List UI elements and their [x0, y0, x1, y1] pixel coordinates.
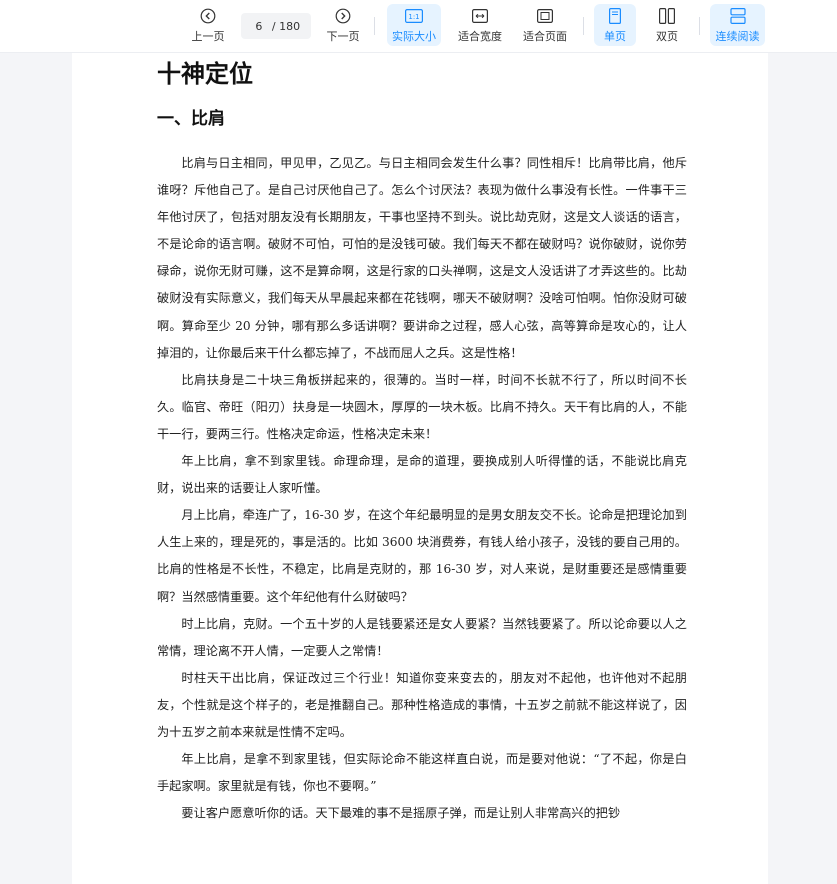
- document-page: 十神定位 一、比肩 比肩与日主相同，甲见甲，乙见乙。与日主相同会发生什么事？同性…: [72, 52, 768, 884]
- page-title: 十神定位: [157, 60, 253, 88]
- fit-page-button[interactable]: 适合页面: [518, 4, 572, 46]
- toolbar-divider: [583, 17, 584, 35]
- continuous-reading-label: 连续阅读: [715, 30, 760, 43]
- fit-page-label: 适合页面: [523, 30, 567, 43]
- toolbar-divider: [374, 17, 375, 35]
- paragraph: 要让客户愿意听你的话。天下最难的事不是摇原子弹，而是让别人非常高兴的把钞: [181, 806, 621, 821]
- actual-size-icon: 1:1: [405, 6, 423, 26]
- fit-width-label: 适合宽度: [458, 30, 502, 43]
- fit-width-icon: [472, 6, 488, 26]
- fit-width-button[interactable]: 适合宽度: [454, 4, 506, 46]
- actual-size-label: 实际大小: [392, 30, 436, 43]
- paragraph: 月上比肩，牵连广了，16-30 岁，在这个年纪最明显的是男女朋友交不长。论命是把…: [157, 508, 687, 604]
- section-heading: 一、比肩: [157, 109, 225, 129]
- document-body: 比肩与日主相同，甲见甲，乙见乙。与日主相同会发生什么事？同性相斥！比肩带比肩，他…: [157, 150, 687, 827]
- current-page-value[interactable]: 6: [252, 20, 266, 33]
- single-page-label: 单页: [604, 30, 626, 43]
- toolbar-divider: [699, 17, 700, 35]
- double-page-button[interactable]: 双页: [646, 4, 688, 46]
- single-page-icon: [609, 6, 621, 26]
- paragraph: 年上比肩，是拿不到家里钱，但实际论命不能这样直白说，而是要对他说：“了不起，你是…: [157, 752, 687, 794]
- fit-page-icon: [537, 6, 553, 26]
- prev-page-button[interactable]: 上一页: [188, 4, 228, 46]
- chevron-right-circle-icon: [335, 6, 351, 26]
- actual-size-icon-text: 1:1: [408, 13, 419, 21]
- paragraph: 年上比肩，拿不到家里钱。命理命理，是命的道理，要换成别人听得懂的话，不能说比肩克…: [157, 454, 687, 496]
- total-pages: / 180: [271, 19, 301, 33]
- continuous-scroll-icon: [729, 6, 746, 26]
- page-number-field[interactable]: 6 / 180: [241, 13, 311, 39]
- chevron-left-circle-icon: [200, 6, 216, 26]
- next-page-label: 下一页: [326, 30, 360, 43]
- paragraph: 比肩与日主相同，甲见甲，乙见乙。与日主相同会发生什么事？同性相斥！比肩带比肩，他…: [157, 156, 687, 360]
- prev-page-label: 上一页: [191, 30, 225, 43]
- actual-size-button[interactable]: 1:1 实际大小: [387, 4, 441, 46]
- reader-toolbar: 上一页 6 / 180 下一页 1:1 实际大小 适合宽度 适合页面 单页 双页…: [0, 0, 837, 53]
- double-page-label: 双页: [656, 30, 678, 43]
- paragraph: 时柱天干出比肩，保证改过三个行业！知道你变来变去的，朋友对不起他，也许他对不起朋…: [157, 670, 687, 739]
- paragraph: 时上比肩，克财。一个五十岁的人是钱要紧还是女人要紧？当然钱要紧了。所以论命要以人…: [157, 616, 687, 658]
- continuous-reading-button[interactable]: 连续阅读: [710, 4, 765, 46]
- double-page-icon: [659, 6, 675, 26]
- paragraph: 比肩扶身是二十块三角板拼起来的，很薄的。当时一样，时间不长就不行了，所以时间不长…: [157, 372, 687, 441]
- single-page-button[interactable]: 单页: [594, 4, 636, 46]
- next-page-button[interactable]: 下一页: [323, 4, 363, 46]
